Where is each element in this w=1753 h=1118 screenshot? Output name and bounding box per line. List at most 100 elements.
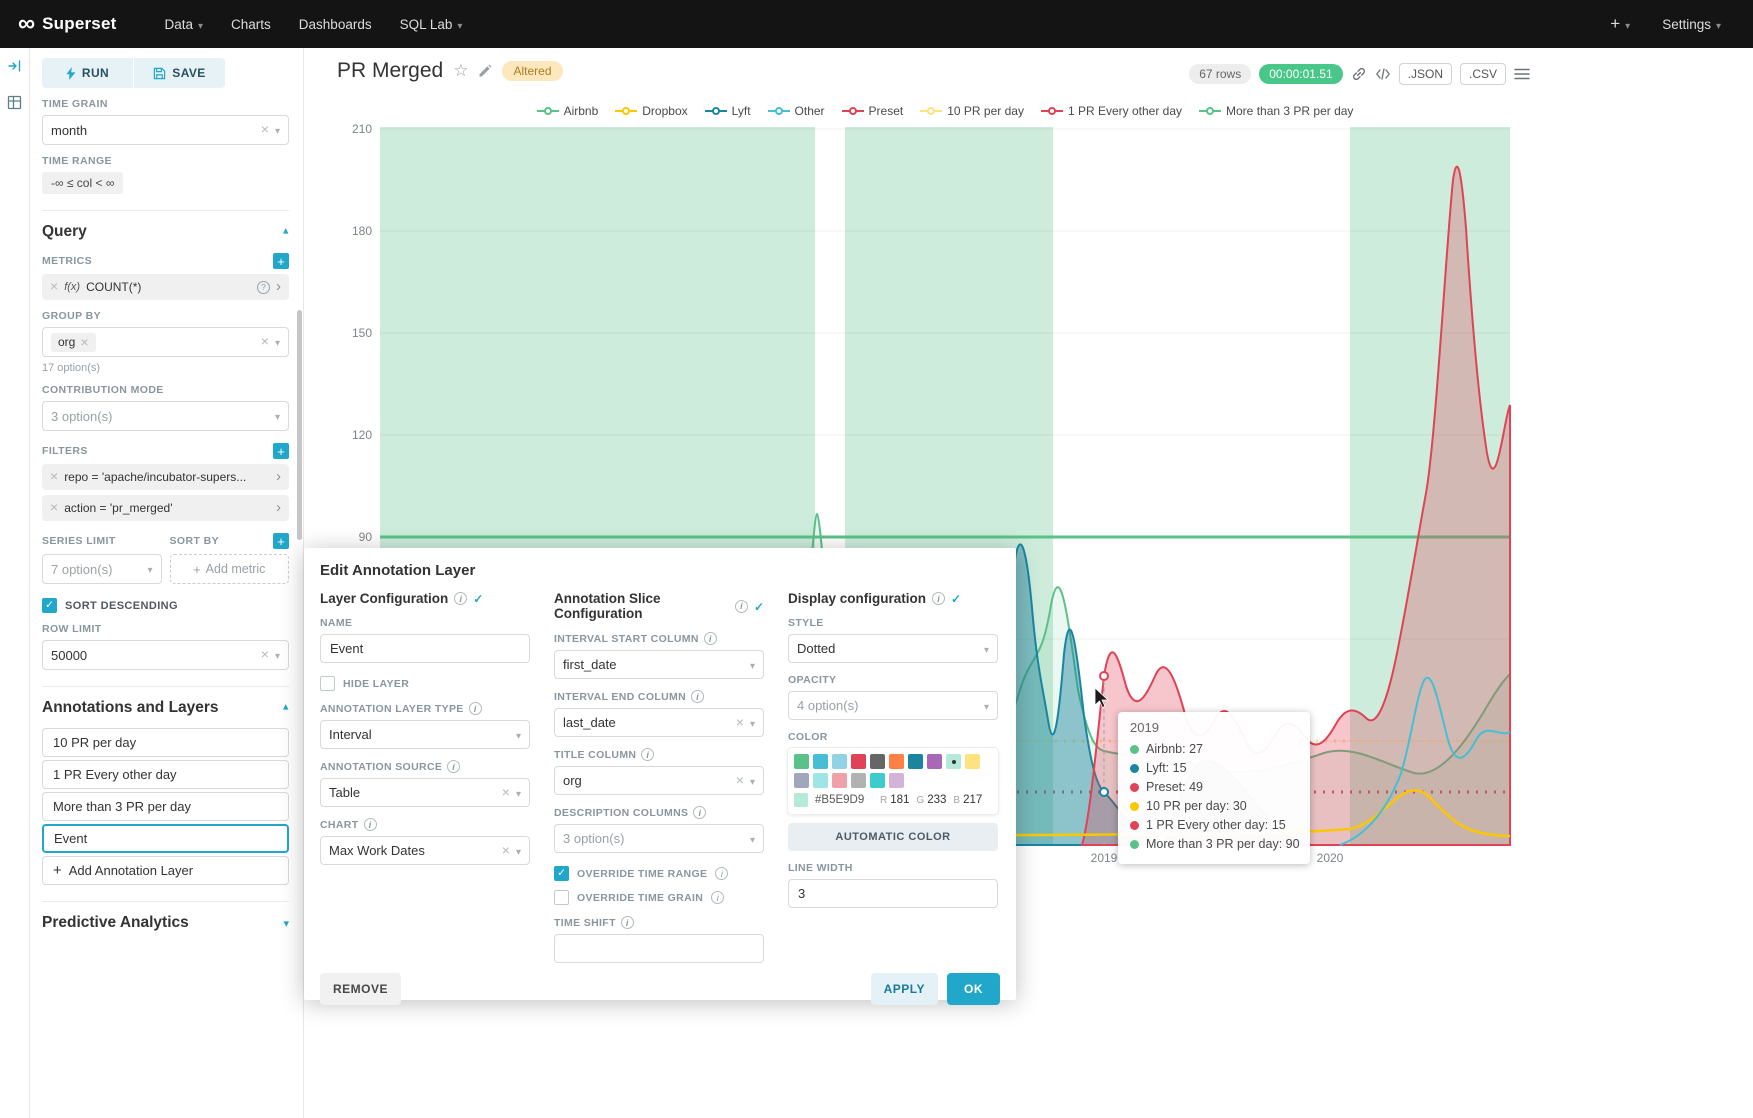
export-json-button[interactable]: .JSON bbox=[1399, 63, 1452, 85]
override-time-grain-checkbox[interactable] bbox=[554, 890, 569, 905]
description-columns-select[interactable]: 3 option(s) bbox=[554, 824, 764, 853]
color-swatch[interactable] bbox=[870, 773, 885, 788]
info-icon[interactable] bbox=[364, 818, 377, 831]
color-swatch[interactable] bbox=[794, 773, 809, 788]
clear-icon[interactable] bbox=[261, 121, 269, 139]
name-input[interactable] bbox=[320, 634, 530, 663]
sort-descending-checkbox[interactable] bbox=[42, 598, 57, 613]
color-swatch[interactable] bbox=[813, 754, 828, 769]
metric-pill[interactable]: f(x) COUNT(*) bbox=[42, 274, 289, 300]
contribution-mode-select[interactable]: 3 option(s) bbox=[42, 401, 289, 431]
color-swatch[interactable] bbox=[927, 754, 942, 769]
query-section-header[interactable]: Query bbox=[42, 223, 289, 241]
color-swatch[interactable] bbox=[889, 773, 904, 788]
nav-item-sql-lab[interactable]: SQL Lab bbox=[386, 0, 477, 48]
remove-button[interactable]: REMOVE bbox=[320, 973, 401, 1005]
legend-item[interactable]: 1 PR Every other day bbox=[1041, 104, 1182, 118]
legend-item[interactable]: 10 PR per day bbox=[920, 104, 1024, 118]
chart-select[interactable]: Max Work Dates bbox=[320, 836, 530, 865]
filter-pill[interactable]: repo = 'apache/incubator-supers... bbox=[42, 464, 289, 490]
hex-value-input[interactable]: #B5E9D9 bbox=[815, 794, 873, 806]
edit-title-icon[interactable] bbox=[478, 64, 492, 78]
more-menu-icon[interactable] bbox=[1514, 67, 1530, 81]
info-icon[interactable] bbox=[454, 592, 467, 605]
remove-filter-icon[interactable] bbox=[50, 499, 58, 517]
info-icon[interactable] bbox=[932, 592, 945, 605]
panel-scrollbar[interactable] bbox=[297, 310, 302, 540]
add-annotation-layer-button[interactable]: Add Annotation Layer bbox=[42, 856, 289, 885]
group-by-select[interactable]: org bbox=[42, 327, 289, 357]
filter-pill[interactable]: action = 'pr_merged' bbox=[42, 495, 289, 521]
embed-code-icon[interactable] bbox=[1375, 66, 1391, 82]
color-swatch[interactable] bbox=[794, 754, 809, 769]
clear-icon[interactable] bbox=[736, 714, 744, 732]
run-button[interactable]: RUN bbox=[42, 58, 133, 88]
predictive-analytics-header[interactable]: Predictive Analytics bbox=[42, 914, 289, 932]
blue-value-input[interactable]: 217 bbox=[963, 794, 982, 806]
opacity-select[interactable]: 4 option(s) bbox=[788, 691, 998, 720]
altered-badge[interactable]: Altered bbox=[502, 61, 562, 81]
color-swatch[interactable] bbox=[851, 754, 866, 769]
save-button[interactable]: SAVE bbox=[134, 58, 225, 88]
title-column-select[interactable]: org bbox=[554, 766, 764, 795]
automatic-color-button[interactable]: AUTOMATIC COLOR bbox=[788, 823, 998, 851]
info-icon[interactable] bbox=[735, 600, 748, 613]
export-csv-button[interactable]: .CSV bbox=[1460, 63, 1506, 85]
line-width-input[interactable] bbox=[788, 879, 998, 908]
interval-start-select[interactable]: first_date bbox=[554, 650, 764, 679]
collapse-panel-icon[interactable] bbox=[7, 58, 23, 79]
hide-layer-checkbox[interactable] bbox=[320, 676, 335, 691]
info-icon[interactable] bbox=[711, 891, 724, 904]
annotation-layer-item[interactable]: 10 PR per day bbox=[42, 728, 289, 757]
info-icon[interactable] bbox=[621, 916, 634, 929]
color-swatch[interactable] bbox=[813, 773, 828, 788]
legend-item[interactable]: Other bbox=[768, 104, 825, 118]
nav-item-data[interactable]: Data bbox=[150, 0, 217, 48]
annotation-layer-item[interactable]: 1 PR Every other day bbox=[42, 760, 289, 789]
nav-item-charts[interactable]: Charts bbox=[217, 0, 285, 48]
row-limit-select[interactable]: 50000 bbox=[42, 640, 289, 670]
color-swatch-selected[interactable] bbox=[946, 754, 961, 769]
time-grain-select[interactable]: month bbox=[42, 115, 289, 145]
group-by-tag[interactable]: org bbox=[51, 333, 96, 352]
style-select[interactable]: Dotted bbox=[788, 634, 998, 663]
green-value-input[interactable]: 233 bbox=[927, 794, 946, 806]
remove-filter-icon[interactable] bbox=[50, 468, 58, 486]
legend-item[interactable]: Preset bbox=[842, 104, 904, 118]
help-icon[interactable] bbox=[257, 281, 270, 294]
color-swatch[interactable] bbox=[889, 754, 904, 769]
info-icon[interactable] bbox=[704, 632, 717, 645]
annotation-layer-item[interactable]: More than 3 PR per day bbox=[42, 792, 289, 821]
apply-button[interactable]: APPLY bbox=[871, 973, 938, 1005]
info-icon[interactable] bbox=[447, 760, 460, 773]
clear-icon[interactable] bbox=[736, 772, 744, 790]
dataset-grid-icon[interactable] bbox=[7, 95, 22, 115]
info-icon[interactable] bbox=[641, 748, 654, 761]
color-swatch[interactable] bbox=[851, 773, 866, 788]
clear-icon[interactable] bbox=[502, 842, 510, 860]
interval-end-select[interactable]: last_date bbox=[554, 708, 764, 737]
info-icon[interactable] bbox=[715, 867, 728, 880]
annotation-source-select[interactable]: Table bbox=[320, 778, 530, 807]
info-icon[interactable] bbox=[693, 806, 706, 819]
share-link-icon[interactable] bbox=[1351, 66, 1367, 82]
legend-item[interactable]: Airbnb bbox=[537, 104, 599, 118]
remove-tag-icon[interactable] bbox=[80, 335, 88, 350]
nav-item-dashboards[interactable]: Dashboards bbox=[285, 0, 386, 48]
settings-menu[interactable]: Settings bbox=[1648, 0, 1735, 48]
new-menu-button[interactable]: + bbox=[1596, 0, 1644, 48]
color-swatch[interactable] bbox=[870, 754, 885, 769]
annotations-section-header[interactable]: Annotations and Layers bbox=[42, 699, 289, 717]
override-time-range-checkbox[interactable] bbox=[554, 866, 569, 881]
red-value-input[interactable]: 181 bbox=[890, 794, 909, 806]
series-limit-select[interactable]: 7 option(s) bbox=[42, 554, 162, 584]
remove-metric-icon[interactable] bbox=[50, 278, 58, 296]
time-shift-input[interactable] bbox=[554, 934, 764, 963]
color-swatch[interactable] bbox=[832, 754, 847, 769]
color-swatch[interactable] bbox=[832, 773, 847, 788]
add-sort-metric-button[interactable] bbox=[273, 533, 289, 549]
legend-item[interactable]: Dropbox bbox=[615, 104, 687, 118]
sort-by-add-metric[interactable]: Add metric bbox=[170, 554, 290, 584]
color-swatch[interactable] bbox=[908, 754, 923, 769]
favorite-star-icon[interactable] bbox=[453, 61, 468, 81]
